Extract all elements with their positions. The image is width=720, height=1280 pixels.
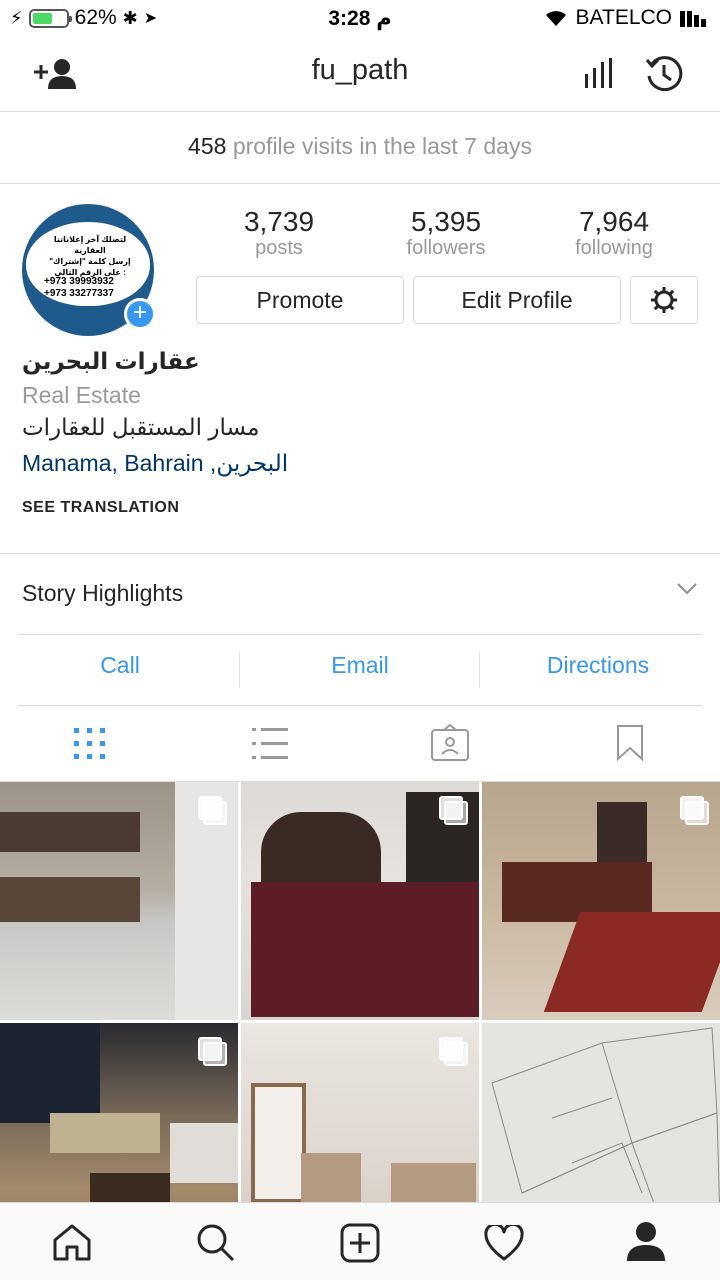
heart-icon[interactable] bbox=[484, 1222, 524, 1266]
edit-profile-button[interactable]: Edit Profile bbox=[413, 276, 621, 324]
grid-post[interactable] bbox=[0, 782, 238, 1020]
multiple-photos-icon bbox=[439, 1037, 468, 1066]
divider bbox=[0, 553, 720, 554]
visits-text: profile visits in the last 7 days bbox=[232, 133, 532, 159]
stat-value: 5,395 bbox=[410, 206, 482, 237]
settings-button[interactable] bbox=[630, 276, 698, 324]
stat-value: 3,739 bbox=[243, 206, 315, 237]
multiple-photos-icon bbox=[680, 796, 709, 825]
saved-bookmark-icon[interactable] bbox=[616, 724, 644, 767]
story-highlights-title[interactable]: Story Highlights bbox=[22, 580, 183, 607]
insights-icon[interactable] bbox=[584, 58, 616, 93]
bottom-tab-bar bbox=[0, 1202, 720, 1280]
call-button[interactable]: Call bbox=[0, 652, 240, 679]
status-bar: ⚡ 62% ✱ ➤ 3:28 م BATELCO bbox=[0, 0, 720, 36]
multiple-photos-icon bbox=[198, 1037, 227, 1066]
stat-posts[interactable]: 3,739 posts bbox=[214, 206, 344, 258]
profile-tabs bbox=[0, 706, 720, 782]
email-button[interactable]: Email bbox=[240, 652, 480, 679]
stat-following[interactable]: 7,964 following bbox=[549, 206, 679, 258]
profile-location-link[interactable]: Manama, Bahrain ,البحرين bbox=[22, 450, 288, 477]
stat-followers[interactable]: 5,395 followers bbox=[381, 206, 511, 258]
grid-post[interactable] bbox=[241, 782, 479, 1020]
carrier-name: BATELCO bbox=[575, 6, 672, 29]
list-view-icon[interactable] bbox=[252, 728, 288, 765]
avatar-text-line1: لتصلك آخر إعلاناتنا العقارية bbox=[53, 235, 127, 255]
archive-icon[interactable] bbox=[644, 54, 684, 99]
profile-icon[interactable] bbox=[626, 1221, 666, 1266]
avatar-phones: +973 39993932 +973 33277337 bbox=[44, 276, 152, 300]
search-icon[interactable] bbox=[196, 1223, 236, 1268]
directions-button[interactable]: Directions bbox=[478, 652, 718, 679]
wifi-icon bbox=[545, 11, 566, 26]
stat-value: 7,964 bbox=[578, 206, 650, 237]
chevron-down-icon[interactable] bbox=[676, 582, 698, 601]
grid-post[interactable] bbox=[482, 782, 720, 1020]
profile-visits-banner[interactable]: 458 profile visits in the last 7 days bbox=[0, 112, 720, 184]
multiple-photos-icon bbox=[439, 796, 468, 825]
new-post-icon[interactable] bbox=[340, 1223, 380, 1268]
signal-icon bbox=[680, 11, 706, 27]
profile-category: Real Estate bbox=[22, 382, 141, 408]
promote-button[interactable]: Promote bbox=[196, 276, 404, 324]
avatar-text-line2: إرسل كلمة "إشتراك" على الرقم التالي : bbox=[49, 257, 131, 277]
visits-count: 458 bbox=[188, 133, 227, 159]
avatar-phone1: +973 39993932 bbox=[44, 276, 114, 287]
stat-label: following bbox=[575, 237, 653, 259]
status-right: BATELCO bbox=[544, 6, 710, 30]
home-icon[interactable] bbox=[52, 1223, 92, 1266]
avatar-text: لتصلك آخر إعلاناتنا العقارية إرسل كلمة "… bbox=[40, 234, 140, 278]
grid-view-icon[interactable] bbox=[74, 728, 106, 765]
see-translation-link[interactable]: SEE TRANSLATION bbox=[22, 499, 179, 517]
divider bbox=[18, 634, 702, 635]
stat-label: posts bbox=[255, 237, 303, 259]
tagged-photos-icon[interactable] bbox=[430, 723, 470, 767]
multiple-photos-icon bbox=[198, 796, 227, 825]
profile-name: عقارات البحرين bbox=[22, 348, 200, 374]
stat-label: followers bbox=[406, 237, 486, 259]
profile-description: مسار المستقبل للعقارات bbox=[22, 414, 260, 440]
top-nav-bar: fu_path bbox=[0, 36, 720, 112]
gear-icon bbox=[651, 287, 677, 313]
add-story-icon[interactable]: + bbox=[124, 298, 156, 330]
